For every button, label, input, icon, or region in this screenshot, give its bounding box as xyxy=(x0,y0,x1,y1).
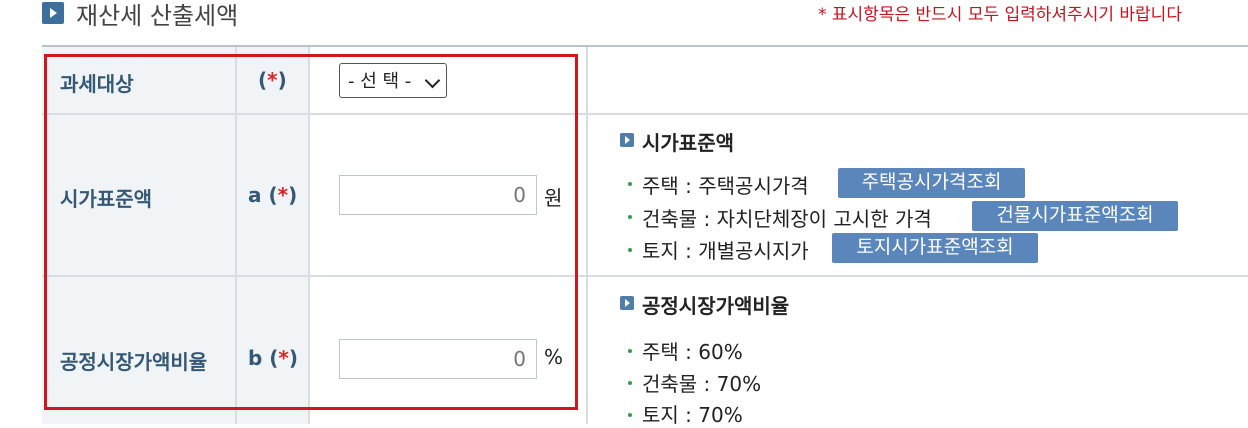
info-item: 건축물 : 자치단체장이 고시한 가격 xyxy=(642,207,932,231)
land-value-lookup-button[interactable]: 토지시가표준액조회 xyxy=(832,233,1038,263)
table-top-border xyxy=(42,45,1248,47)
section-arrow-icon xyxy=(620,133,634,147)
column-divider xyxy=(586,47,588,424)
page-title: 재산세 산출세액 xyxy=(76,2,239,30)
info-item: 건축물 : 70% xyxy=(642,372,762,396)
bullet-icon xyxy=(628,182,632,186)
house-price-lookup-button[interactable]: 주택공시가격조회 xyxy=(838,168,1025,198)
required-note: * 표시항목은 반드시 모두 입력하셔주시기 바랍니다 xyxy=(818,5,1182,25)
standard-value-info-title: 시가표준액 xyxy=(642,131,734,155)
bullet-icon xyxy=(628,381,632,385)
bullet-icon xyxy=(628,349,632,353)
building-value-lookup-button[interactable]: 건물시가표준액조회 xyxy=(972,201,1178,231)
section-arrow-icon xyxy=(42,2,64,24)
bullet-icon xyxy=(628,248,632,252)
section-arrow-icon xyxy=(620,296,634,310)
info-item: 주택 : 주택공시가격 xyxy=(642,174,809,198)
info-item: 주택 : 60% xyxy=(642,340,743,364)
bullet-icon xyxy=(628,413,632,417)
info-item: 토지 : 개별공시지가 xyxy=(642,239,809,263)
bullet-icon xyxy=(628,215,632,219)
highlight-box xyxy=(44,54,578,410)
market-ratio-info-title: 공정시장가액비율 xyxy=(642,294,790,318)
